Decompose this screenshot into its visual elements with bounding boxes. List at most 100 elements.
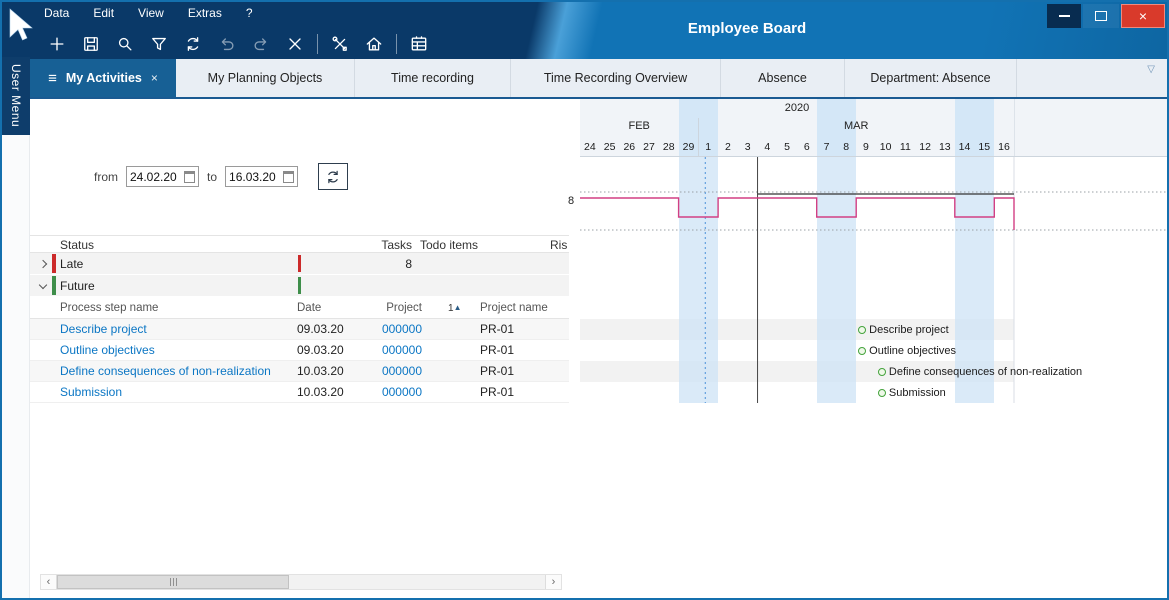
- process-step-link[interactable]: Describe project: [60, 319, 147, 340]
- to-date-field[interactable]: 16.03.20: [225, 166, 298, 187]
- toolbar-separator: [396, 34, 397, 54]
- refresh-icon[interactable]: [178, 31, 208, 57]
- project-header[interactable]: Project: [362, 297, 422, 319]
- gantt-day-label: 9: [856, 138, 876, 156]
- date-header[interactable]: Date: [297, 297, 355, 319]
- horizontal-scrollbar[interactable]: ‹ ›: [40, 574, 562, 590]
- future-column-tick: [298, 277, 301, 294]
- expand-icon[interactable]: [39, 260, 47, 268]
- menu-data[interactable]: Data: [44, 6, 69, 20]
- tab-time-recording-overview[interactable]: Time Recording Overview: [511, 59, 721, 97]
- undo-icon[interactable]: [212, 31, 242, 57]
- search-icon[interactable]: [110, 31, 140, 57]
- menu-view[interactable]: View: [138, 6, 164, 20]
- to-label: to: [207, 170, 217, 184]
- gantt-day-label: 11: [896, 138, 916, 156]
- menu-extras[interactable]: Extras: [188, 6, 222, 20]
- side-strip: [2, 135, 30, 598]
- user-menu-tab[interactable]: User Menu: [2, 57, 30, 135]
- table-row[interactable]: Describe project09.03.20000000PR-01: [30, 319, 569, 340]
- titlebar: Data Edit View Extras ? Employee Board ×: [2, 2, 1167, 59]
- from-label: from: [94, 170, 118, 184]
- apply-period-button[interactable]: [318, 163, 348, 190]
- filter-icon[interactable]: [144, 31, 174, 57]
- app-window: Data Edit View Extras ? Employee Board ×: [0, 0, 1169, 600]
- tab-time-recording[interactable]: Time recording: [355, 59, 511, 97]
- table-row[interactable]: Define consequences of non-realization10…: [30, 361, 569, 382]
- gantt-milestone[interactable]: Describe project: [858, 319, 948, 340]
- activities-panel: from 24.02.20 to 16.03.20 Status Tasks T…: [30, 99, 569, 598]
- gantt-day-label: 14: [955, 138, 975, 156]
- hamburger-icon[interactable]: ≡: [48, 70, 57, 87]
- project-link[interactable]: 000000: [362, 319, 422, 340]
- period-filter: from 24.02.20 to 16.03.20: [94, 163, 348, 190]
- process-step-header[interactable]: Process step name: [60, 297, 158, 319]
- todo-items-header[interactable]: Todo items: [420, 236, 478, 254]
- gantt-day-label: 25: [600, 138, 620, 156]
- sort-indicator[interactable]: 1▲: [448, 297, 461, 320]
- sort-arrow-icon: ▲: [454, 303, 462, 312]
- project-link[interactable]: 000000: [362, 361, 422, 382]
- gantt-panel: 2020 FEB MAR 242526272829123456789101112…: [580, 99, 1167, 598]
- tab-absence[interactable]: Absence: [721, 59, 845, 97]
- calendar-icon[interactable]: [184, 171, 195, 183]
- from-date-field[interactable]: 24.02.20: [126, 166, 199, 187]
- group-label: Late: [60, 253, 83, 275]
- save-icon[interactable]: [76, 31, 106, 57]
- process-step-link[interactable]: Submission: [60, 382, 122, 403]
- gantt-body[interactable]: Describe projectOutline objectivesDefine…: [580, 157, 1167, 598]
- gantt-day-row: 24252627282912345678910111213141516: [580, 138, 1014, 156]
- collapse-icon[interactable]: [39, 281, 47, 289]
- tab-overflow-chevron-icon[interactable]: ▽: [1147, 59, 1167, 97]
- gantt-day-label: 28: [659, 138, 679, 156]
- menu-edit[interactable]: Edit: [93, 6, 114, 20]
- calendar-icon[interactable]: [283, 171, 294, 183]
- close-button[interactable]: ×: [1121, 4, 1165, 28]
- tasks-count: 8: [332, 253, 412, 275]
- project-name-header[interactable]: Project name: [480, 297, 548, 319]
- gantt-day-label: 4: [757, 138, 777, 156]
- menu-help[interactable]: ?: [246, 6, 253, 20]
- group-row-late[interactable]: Late 8: [30, 253, 569, 275]
- table-row[interactable]: Outline objectives09.03.20000000PR-01: [30, 340, 569, 361]
- to-date-value: 16.03.20: [229, 170, 276, 184]
- tab-my-planning-objects[interactable]: My Planning Objects: [176, 59, 355, 97]
- sub-header-row: Process step name Date Project 1▲ Projec…: [30, 297, 569, 319]
- window-title: Employee Board: [602, 20, 892, 37]
- planning-board-icon[interactable]: [404, 31, 434, 57]
- late-column-tick: [298, 255, 301, 272]
- maximize-button[interactable]: [1083, 4, 1119, 28]
- window-controls: ×: [1047, 4, 1165, 28]
- table-row[interactable]: Submission10.03.20000000PR-01: [30, 382, 569, 403]
- tasks-header[interactable]: Tasks: [332, 236, 412, 254]
- redo-icon[interactable]: [246, 31, 276, 57]
- status-header[interactable]: Status: [60, 236, 94, 254]
- tools-icon[interactable]: [325, 31, 355, 57]
- gantt-milestone[interactable]: Define consequences of non-realization: [878, 361, 1082, 382]
- tab-my-activities[interactable]: ≡ My Activities ×: [30, 59, 176, 97]
- project-link[interactable]: 000000: [362, 340, 422, 361]
- scroll-right-button[interactable]: ›: [545, 575, 561, 589]
- gantt-milestone[interactable]: Submission: [878, 382, 946, 403]
- risks-header[interactable]: Ris: [550, 236, 567, 254]
- group-row-future[interactable]: Future: [30, 275, 569, 297]
- process-step-link[interactable]: Outline objectives: [60, 340, 155, 361]
- minimize-button[interactable]: [1047, 4, 1081, 28]
- gantt-day-label: 7: [817, 138, 837, 156]
- project-link[interactable]: 000000: [362, 382, 422, 403]
- home-icon[interactable]: [359, 31, 389, 57]
- gantt-day-label: 1: [698, 138, 718, 156]
- tab-close-icon[interactable]: ×: [151, 71, 158, 85]
- add-icon[interactable]: [42, 31, 72, 57]
- chart-axis-label: 8: [567, 195, 575, 207]
- group-label: Future: [60, 275, 95, 297]
- delete-icon[interactable]: [280, 31, 310, 57]
- menubar: Data Edit View Extras ?: [44, 6, 253, 20]
- process-step-link[interactable]: Define consequences of non-realization: [60, 361, 271, 382]
- scroll-left-button[interactable]: ‹: [41, 575, 57, 589]
- tab-department-absence[interactable]: Department: Absence: [845, 59, 1017, 97]
- project-name-cell: PR-01: [480, 340, 514, 361]
- scrollbar-thumb[interactable]: [57, 575, 289, 589]
- gantt-milestone[interactable]: Outline objectives: [858, 340, 956, 361]
- gantt-day-label: 29: [679, 138, 699, 156]
